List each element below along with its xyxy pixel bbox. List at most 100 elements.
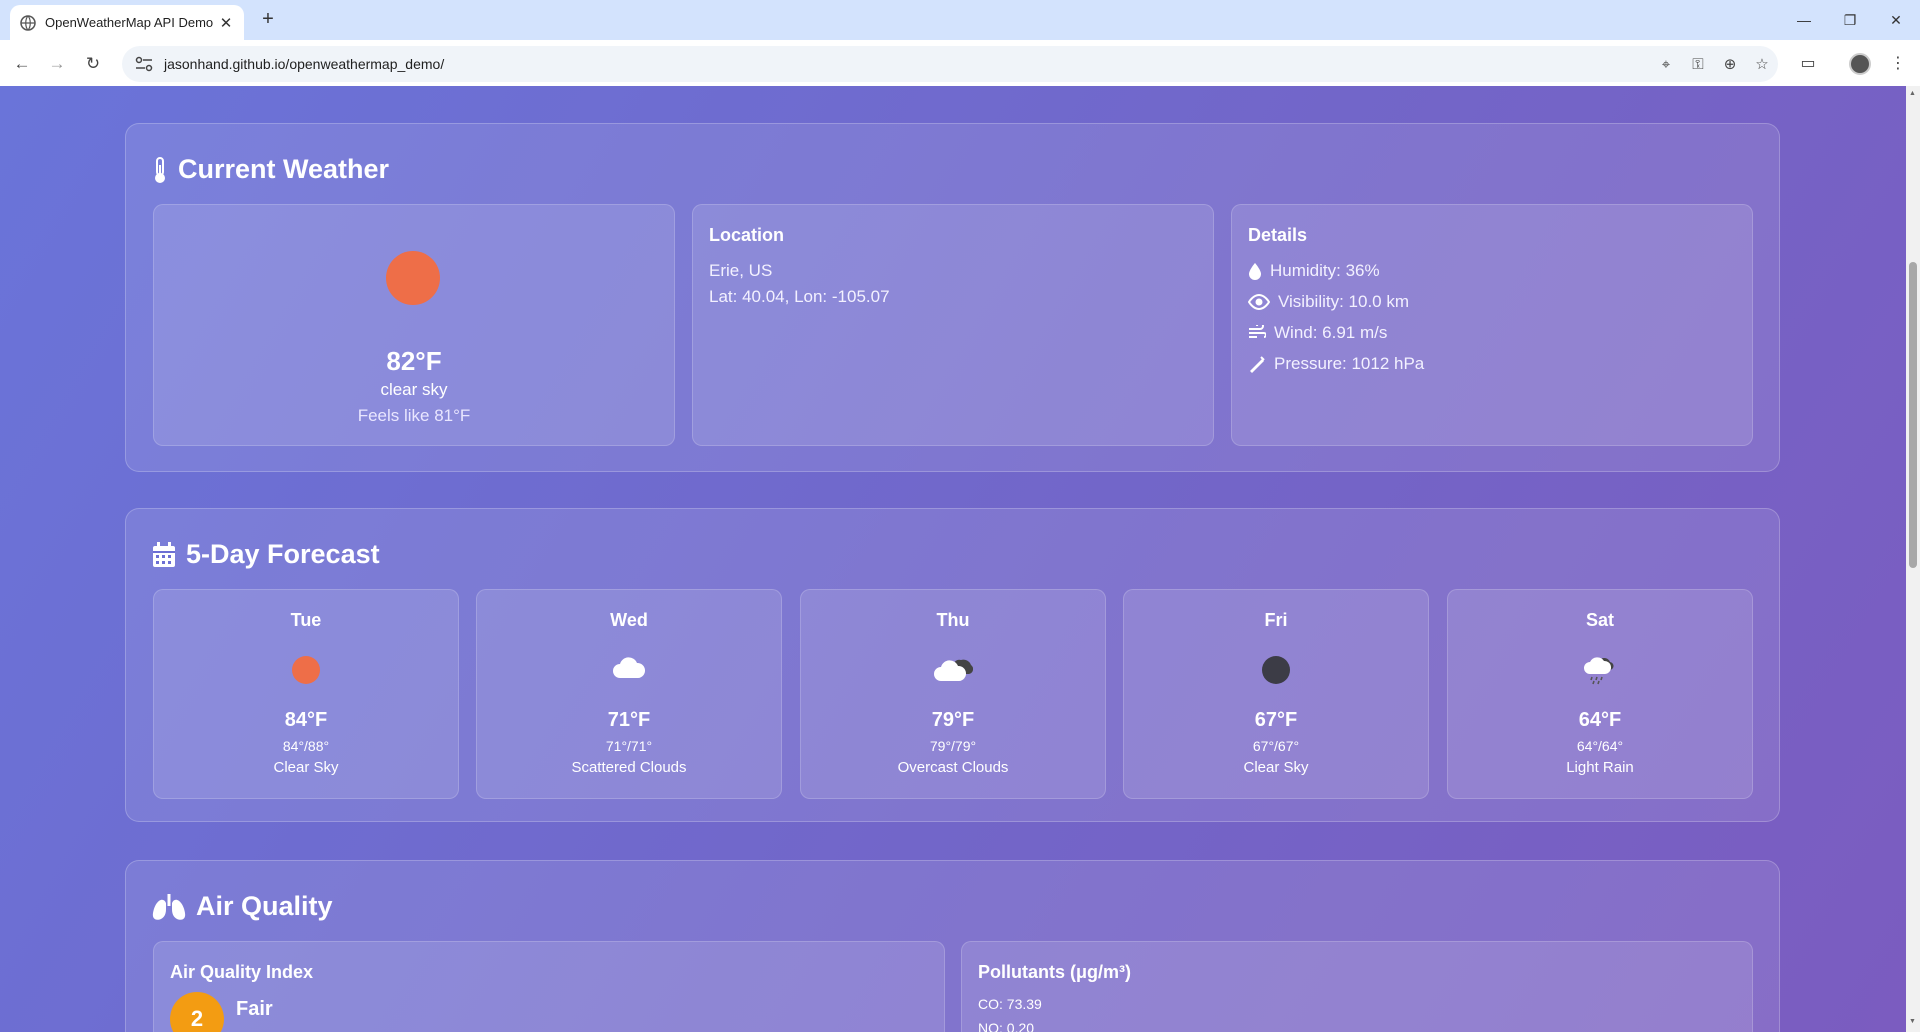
- sun-icon: [386, 251, 440, 305]
- forecast-temp: 64°F: [1578, 709, 1622, 731]
- current-conditions-panel: 82°F clear sky Feels like 81°F: [153, 204, 675, 446]
- forecast-day-card: Fri 67°F 67°/67° Clear Sky: [1123, 589, 1429, 799]
- forecast-hilo: 84°/88°: [282, 738, 330, 754]
- page-scrollbar[interactable]: ▲ ▼: [1906, 86, 1920, 1032]
- forecast-day-card: Tue 84°F 84°/88° Clear Sky: [153, 589, 459, 799]
- zoom-icon[interactable]: ⊕: [1714, 55, 1746, 73]
- sun-icon: [292, 656, 320, 684]
- wind-row: Wind: 6.91 m/s: [1248, 323, 1387, 343]
- rain-cloud-icon: [1583, 656, 1617, 691]
- air-quality-heading: Air Quality: [196, 891, 333, 921]
- visibility-text: Visibility: 10.0 km: [1278, 292, 1410, 311]
- browser-tab-strip: OpenWeatherMap API Demo ✕ + — ❐ ✕: [0, 0, 1920, 40]
- scrollbar-thumb[interactable]: [1909, 262, 1917, 568]
- bookmark-star-icon[interactable]: ☆: [1746, 55, 1778, 73]
- pollutants-heading: Pollutants (μg/m³): [978, 962, 1131, 982]
- no-value: NO: 0.20: [978, 1020, 1035, 1032]
- forecast-desc: Clear Sky: [1243, 759, 1309, 776]
- scroll-up-arrow[interactable]: ▲: [1909, 90, 1916, 97]
- forecast-hilo: 71°/71°: [605, 738, 653, 754]
- location-pin-icon[interactable]: ⌖: [1650, 56, 1682, 73]
- tab-title: OpenWeatherMap API Demo: [45, 15, 214, 30]
- aqi-panel: Air Quality Index 2 Fair: [153, 941, 945, 1032]
- forecast-day-card: Thu 79°F 79°/79° Overcast Clouds: [800, 589, 1106, 799]
- browser-toolbar: ← → ↻ jasonhand.github.io/openweathermap…: [0, 40, 1920, 86]
- location-panel: Location Erie, US Lat: 40.04, Lon: -105.…: [692, 204, 1214, 446]
- forecast-hilo: 79°/79°: [929, 738, 977, 754]
- humidity-row: Humidity: 36%: [1248, 261, 1380, 281]
- gauge-icon: [1250, 356, 1265, 373]
- overcast-clouds-icon: [933, 656, 974, 687]
- aqi-label: Fair: [236, 998, 273, 1020]
- humidity-text: Humidity: 36%: [1270, 261, 1380, 280]
- forecast-card: 5-Day Forecast Tue 84°F 84°/88° Clear Sk…: [125, 508, 1780, 822]
- pollutants-panel: Pollutants (μg/m³) CO: 73.39 NO: 0.20: [961, 941, 1753, 1032]
- close-window-button[interactable]: ✕: [1876, 8, 1916, 32]
- visibility-row: Visibility: 10.0 km: [1248, 292, 1409, 312]
- feels-like: Feels like 81°F: [357, 406, 471, 425]
- current-weather-heading: Current Weather: [178, 154, 390, 184]
- forecast-temp: 67°F: [1254, 709, 1298, 731]
- globe-icon: [20, 14, 36, 31]
- restore-button[interactable]: ❐: [1830, 8, 1870, 32]
- forecast-temp: 79°F: [931, 709, 975, 731]
- reading-mode-icon[interactable]: ▭: [1794, 50, 1822, 78]
- menu-icon[interactable]: ⋮: [1884, 50, 1912, 78]
- forecast-desc: Light Rain: [1566, 759, 1634, 776]
- forecast-desc: Clear Sky: [273, 759, 339, 776]
- site-settings-icon[interactable]: [134, 56, 154, 72]
- forward-icon[interactable]: →: [43, 50, 71, 78]
- forecast-hilo: 64°/64°: [1576, 738, 1624, 754]
- forecast-heading: 5-Day Forecast: [186, 539, 380, 569]
- reload-icon[interactable]: ↻: [79, 50, 107, 78]
- scroll-down-arrow[interactable]: ▼: [1909, 1018, 1916, 1025]
- url-text: jasonhand.github.io/openweathermap_demo/: [164, 56, 445, 72]
- wind-text: Wind: 6.91 m/s: [1274, 323, 1388, 342]
- forecast-day: Thu: [936, 610, 970, 630]
- forecast-day: Tue: [290, 610, 322, 630]
- profile-avatar[interactable]: [1846, 50, 1874, 78]
- forecast-temp: 84°F: [284, 709, 328, 731]
- pressure-text: Pressure: 1012 hPa: [1274, 354, 1425, 373]
- forecast-desc: Scattered Clouds: [571, 759, 687, 776]
- close-tab-icon[interactable]: ✕: [218, 14, 234, 32]
- address-bar[interactable]: jasonhand.github.io/openweathermap_demo/…: [122, 46, 1778, 82]
- aqi-heading: Air Quality Index: [170, 962, 314, 982]
- cloud-icon: [611, 656, 647, 685]
- forecast-day: Fri: [1264, 610, 1288, 630]
- current-weather-title: Current Weather: [152, 154, 389, 185]
- current-weather-card: Current Weather 82°F clear sky Feels lik…: [125, 123, 1780, 472]
- back-icon[interactable]: ←: [8, 50, 36, 78]
- key-icon[interactable]: ⚿: [1682, 56, 1714, 73]
- forecast-hilo: 67°/67°: [1252, 738, 1300, 754]
- droplet-icon: [1249, 263, 1261, 280]
- new-tab-button[interactable]: +: [254, 8, 282, 32]
- wind-icon: [1249, 325, 1266, 338]
- browser-tab[interactable]: OpenWeatherMap API Demo ✕: [10, 5, 244, 40]
- thermometer-icon: [155, 156, 165, 183]
- aqi-badge: 2: [170, 992, 224, 1032]
- forecast-day-card: Wed 71°F 71°/71° Scattered Clouds: [476, 589, 782, 799]
- current-condition: clear sky: [380, 380, 448, 399]
- forecast-desc: Overcast Clouds: [897, 759, 1009, 776]
- page-viewport: Current Weather 82°F clear sky Feels lik…: [0, 86, 1906, 1032]
- moon-icon: [1262, 656, 1290, 684]
- forecast-day: Sat: [1585, 610, 1614, 630]
- forecast-title: 5-Day Forecast: [152, 539, 380, 570]
- coords-text: Lat: 40.04, Lon: -105.07: [709, 287, 890, 306]
- air-quality-card: Air Quality Air Quality Index 2 Fair Pol…: [125, 860, 1780, 1032]
- details-panel: Details Humidity: 36% Visibility: 10.0 k…: [1231, 204, 1753, 446]
- city-text: Erie, US: [709, 261, 773, 280]
- minimize-button[interactable]: —: [1784, 8, 1824, 32]
- lungs-icon: [152, 893, 186, 920]
- current-temp: 82°F: [386, 346, 442, 376]
- calendar-icon: [153, 541, 175, 567]
- eye-icon: [1248, 294, 1270, 310]
- forecast-temp: 71°F: [607, 709, 651, 731]
- pressure-row: Pressure: 1012 hPa: [1248, 354, 1424, 374]
- co-value: CO: 73.39: [978, 996, 1042, 1012]
- forecast-day: Wed: [610, 610, 648, 630]
- location-heading: Location: [709, 225, 784, 245]
- details-heading: Details: [1248, 225, 1308, 245]
- air-quality-title: Air Quality: [152, 891, 333, 922]
